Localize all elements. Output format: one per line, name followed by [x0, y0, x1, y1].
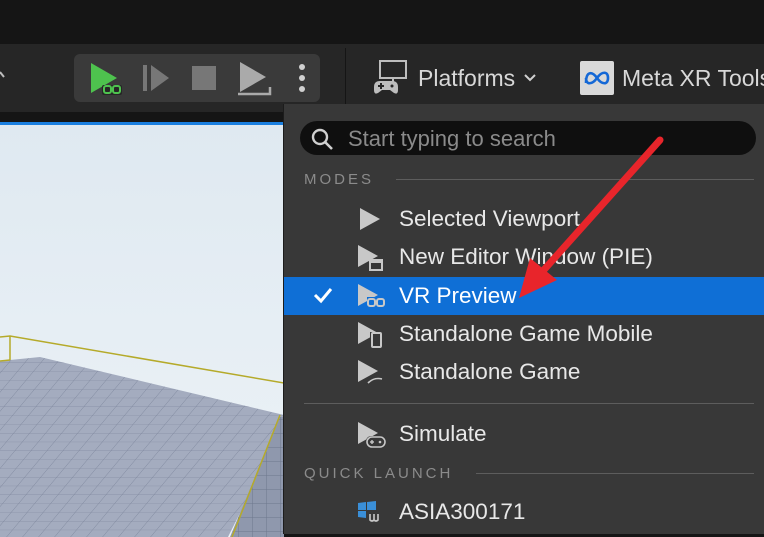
modes-section-header: MODES — [304, 169, 374, 189]
stop-button[interactable] — [180, 54, 228, 102]
platforms-button[interactable]: Platforms — [372, 58, 537, 98]
gamepad-monitor-icon — [374, 60, 407, 94]
mobile-play-icon — [358, 322, 382, 348]
search-input[interactable] — [346, 121, 750, 157]
menu-item-quick-launch-device[interactable]: ASIA300171 — [284, 493, 764, 531]
search-box[interactable] — [300, 121, 756, 157]
quick-launch-header-label: QUICK LAUNCH — [304, 464, 454, 482]
menu-item-vr-preview[interactable]: VR Preview — [284, 277, 764, 315]
menu-item-new-editor-window[interactable]: New Editor Window (PIE) — [284, 238, 764, 276]
quick-launch-section-header: QUICK LAUNCH — [304, 463, 453, 483]
menu-item-label: Standalone Game Mobile — [399, 321, 653, 346]
menu-item-selected-viewport[interactable]: Selected Viewport — [284, 200, 764, 238]
play-vr-icon — [91, 63, 122, 95]
level-viewport[interactable] — [0, 122, 284, 537]
play-mode-dropdown: MODES Selected Viewport New Editor Windo… — [283, 104, 764, 534]
play-icon — [360, 208, 380, 230]
standalone-play-icon — [358, 360, 383, 385]
menu-item-simulate[interactable]: Simulate — [284, 415, 764, 453]
menu-item-label: Simulate — [399, 421, 487, 446]
platforms-label: Platforms — [418, 64, 516, 91]
chevron-down-icon[interactable] — [0, 70, 8, 80]
simulate-play-icon — [358, 422, 386, 448]
toolbar-separator — [345, 48, 346, 106]
chevron-down-icon — [524, 74, 536, 82]
eject-button[interactable] — [228, 54, 280, 102]
menu-item-standalone-game[interactable]: Standalone Game — [284, 353, 764, 391]
editor-window-play-icon — [358, 245, 383, 271]
more-options-button[interactable] — [288, 54, 316, 102]
meta-xr-tools-label: Meta XR Tools — [622, 64, 764, 91]
stop-icon — [192, 66, 216, 90]
title-bar — [0, 0, 764, 44]
menu-item-standalone-game-mobile[interactable]: Standalone Game Mobile — [284, 315, 764, 353]
play-controls — [74, 54, 320, 102]
search-icon — [311, 128, 333, 150]
step-forward-icon — [143, 65, 169, 91]
windows-unreal-icon — [358, 501, 381, 524]
menu-item-label: New Editor Window (PIE) — [399, 244, 653, 269]
play-vr-button[interactable] — [80, 54, 128, 102]
modes-header-label: MODES — [304, 170, 375, 188]
menu-divider — [304, 403, 754, 404]
eject-icon — [238, 62, 272, 96]
menu-item-label: ASIA300171 — [399, 499, 526, 524]
modes-header-line — [396, 179, 754, 180]
viewport-scene — [0, 335, 284, 537]
checkmark-icon — [313, 288, 333, 304]
quick-launch-header-line — [476, 473, 754, 474]
meta-xr-tools-button[interactable]: Meta XR Tools — [580, 58, 764, 98]
menu-item-label: VR Preview — [399, 283, 517, 308]
vr-headset-play-icon — [358, 284, 386, 309]
meta-logo-icon — [580, 61, 614, 95]
advance-frame-button[interactable] — [132, 54, 180, 102]
kebab-menu-icon — [299, 64, 305, 92]
menu-item-label: Selected Viewport — [399, 206, 580, 231]
menu-item-label: Standalone Game — [399, 359, 581, 384]
